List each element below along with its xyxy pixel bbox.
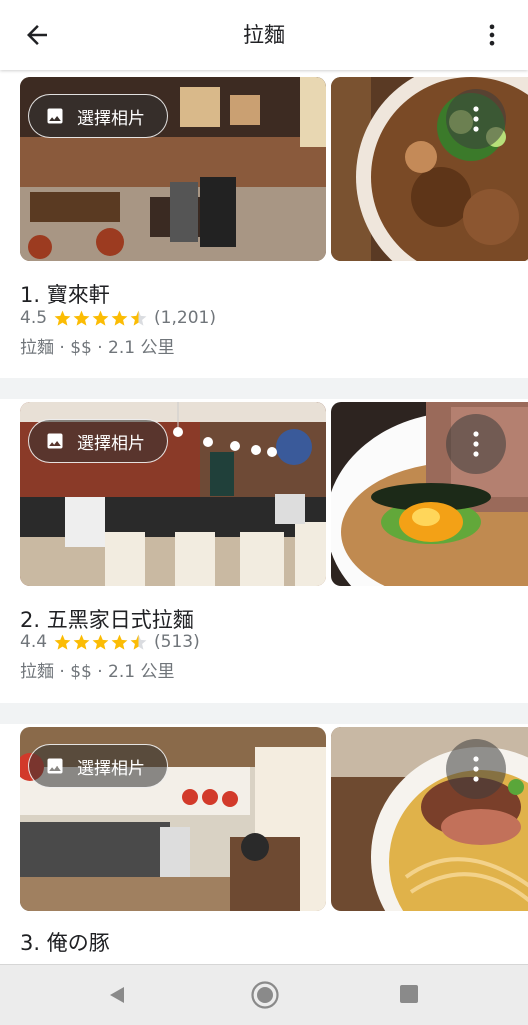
- nav-recents-icon[interactable]: [399, 984, 419, 1004]
- photo-options-button[interactable]: [446, 739, 506, 799]
- more-vert-icon[interactable]: [478, 21, 506, 49]
- photo-options-button[interactable]: [446, 414, 506, 474]
- restaurant-interior-photo[interactable]: 選擇相片: [20, 77, 326, 261]
- select-photo-label: 選擇相片: [77, 758, 145, 779]
- star-icon: [54, 310, 71, 326]
- rating-row: 4.4 (513): [20, 632, 200, 652]
- restaurant-interior-photo[interactable]: 選擇相片: [20, 402, 326, 586]
- review-count: (1,201): [154, 308, 216, 328]
- star-rating: [53, 309, 148, 328]
- page-title: 拉麵: [243, 23, 285, 47]
- restaurant-name[interactable]: 2. 五黑家日式拉麵: [20, 604, 194, 634]
- half-star-icon: [130, 634, 147, 650]
- food-photo[interactable]: [331, 402, 528, 586]
- result-card[interactable]: 選擇相片 1. 寶來軒 4.5 (1,201) 拉麵 · $$ · 2.1 公里: [0, 71, 528, 378]
- result-card[interactable]: 選擇相片 2. 五黑家日式拉麵 4.4 (513) 拉麵 · $$ · 2.1 …: [0, 399, 528, 703]
- review-count: (513): [154, 632, 200, 652]
- photo-options-button[interactable]: [446, 89, 506, 149]
- restaurant-name[interactable]: 1. 寶來軒: [20, 279, 110, 309]
- image-icon: [47, 433, 63, 449]
- nav-back-icon[interactable]: [106, 984, 128, 1006]
- select-photo-button[interactable]: 選擇相片: [28, 744, 168, 788]
- star-icon: [92, 634, 109, 650]
- half-star-icon: [130, 310, 147, 326]
- select-photo-label: 選擇相片: [77, 433, 145, 454]
- more-vert-icon: [473, 756, 479, 782]
- image-icon: [47, 758, 63, 774]
- star-icon: [73, 310, 90, 326]
- restaurant-name[interactable]: 3. 俺の豚: [20, 927, 110, 957]
- top-app-bar: 拉麵: [0, 0, 528, 70]
- rating-row: 4.5 (1,201): [20, 308, 216, 328]
- system-navigation-bar: [0, 964, 528, 1025]
- restaurant-interior-photo[interactable]: 選擇相片: [20, 727, 326, 911]
- nav-home-icon[interactable]: [250, 980, 280, 1010]
- result-card[interactable]: 選擇相片 3. 俺の豚: [0, 724, 528, 964]
- star-icon: [111, 634, 128, 650]
- results-list[interactable]: 選擇相片 1. 寶來軒 4.5 (1,201) 拉麵 · $$ · 2.1 公里…: [0, 71, 528, 964]
- select-photo-button[interactable]: 選擇相片: [28, 419, 168, 463]
- star-rating: [53, 633, 148, 652]
- food-photo[interactable]: [331, 727, 528, 911]
- select-photo-label: 選擇相片: [77, 108, 145, 129]
- star-icon: [92, 310, 109, 326]
- image-icon: [47, 108, 63, 124]
- select-photo-button[interactable]: 選擇相片: [28, 94, 168, 138]
- star-icon: [54, 634, 71, 650]
- restaurant-meta: 拉麵 · $$ · 2.1 公里: [20, 662, 175, 682]
- rating-value: 4.5: [20, 308, 48, 328]
- more-vert-icon: [473, 431, 479, 457]
- star-icon: [73, 634, 90, 650]
- restaurant-meta: 拉麵 · $$ · 2.1 公里: [20, 338, 175, 358]
- food-photo[interactable]: [331, 77, 528, 261]
- more-vert-icon: [473, 106, 479, 132]
- star-icon: [111, 310, 128, 326]
- rating-value: 4.4: [20, 632, 48, 652]
